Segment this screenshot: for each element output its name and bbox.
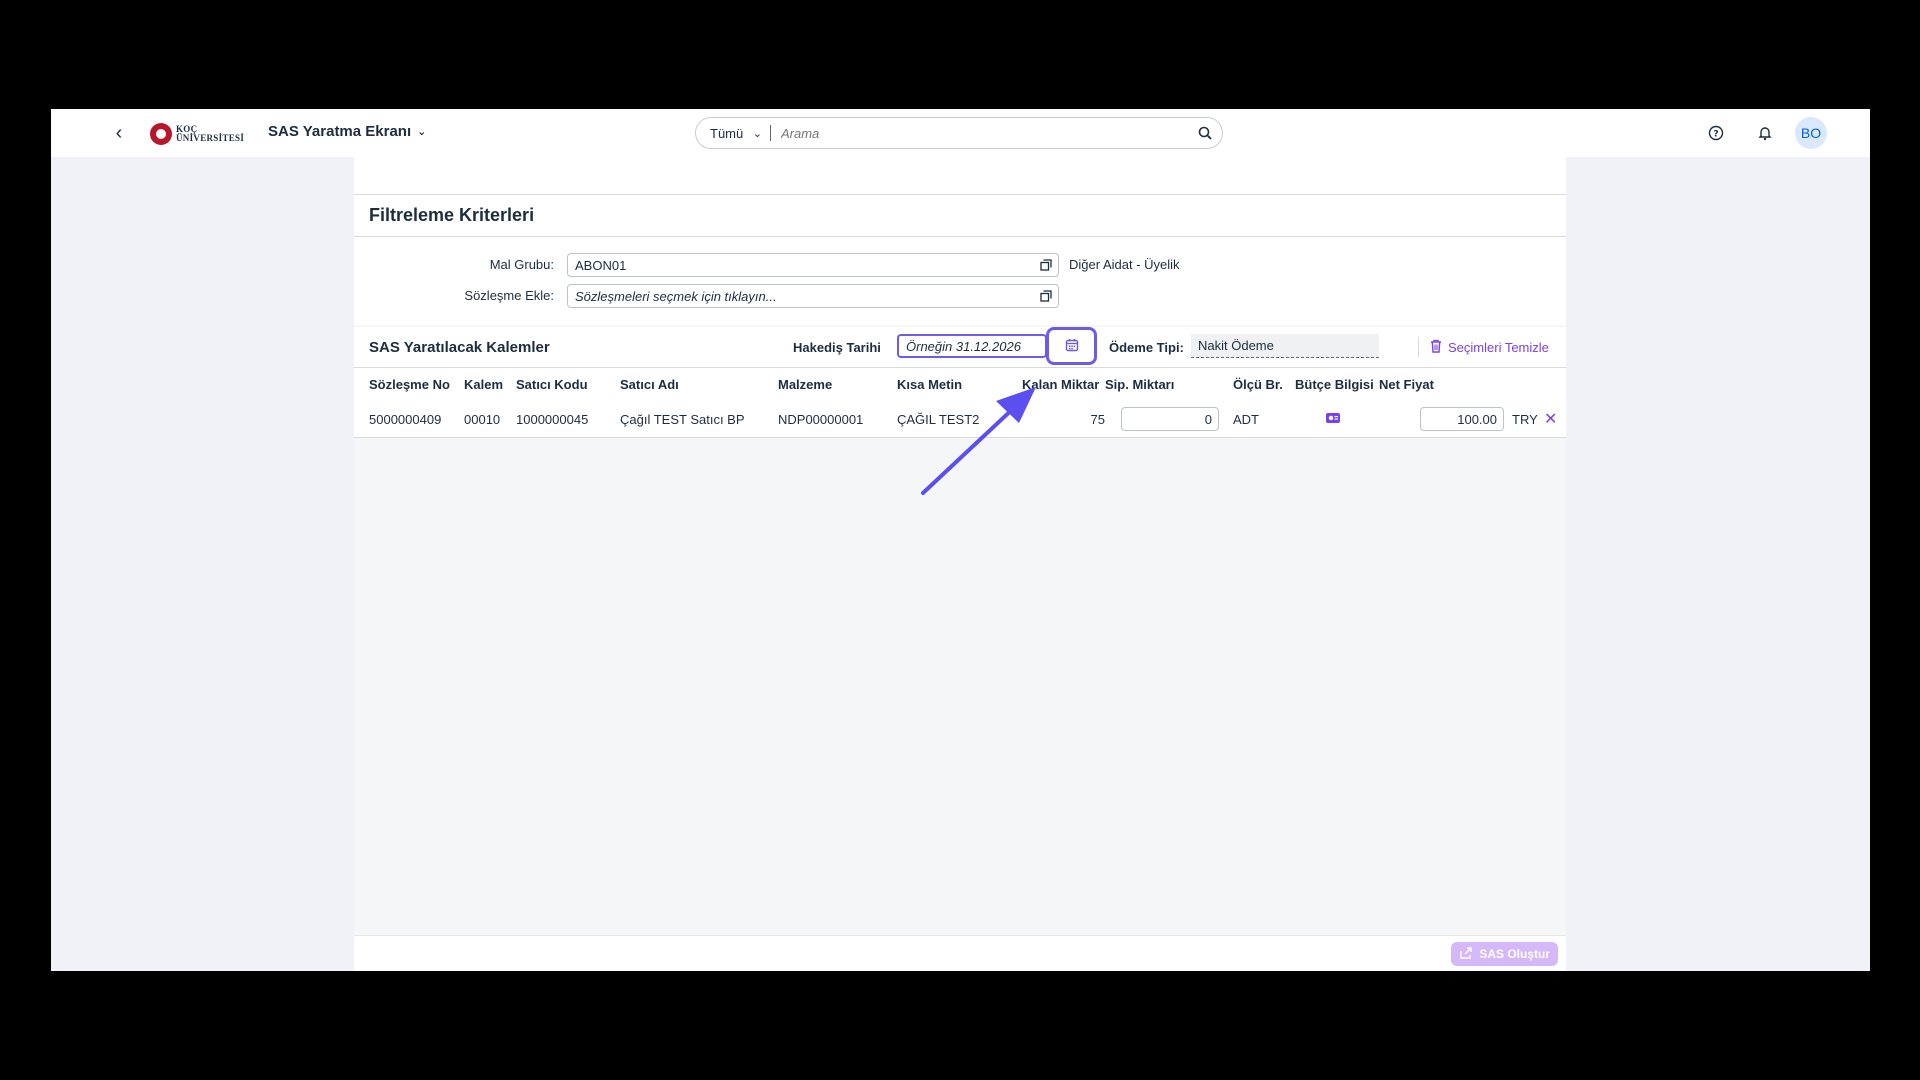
help-icon[interactable]: ? <box>1704 121 1728 145</box>
panel-header-strip <box>354 157 1566 195</box>
sozlesme-ekle-placeholder: Sözleşmeleri seçmek için tıklayın... <box>575 288 777 304</box>
items-toolbar: SAS Yaratılacak Kalemler Hakediş Tarihi … <box>354 327 1566 368</box>
search-icon[interactable] <box>1188 126 1222 140</box>
cell-kalem: 00010 <box>464 401 516 438</box>
cell-satici-adi: Çağıl TEST Satıcı BP <box>620 401 778 438</box>
share-icon <box>1459 946 1473 963</box>
logo-line2: ÜNİVERSİTESİ <box>176 133 245 143</box>
column-header: Net Fiyat <box>1379 377 1434 392</box>
column-header: Bütçe Bilgisi <box>1295 377 1374 392</box>
app-title-menu[interactable]: SAS Yaratma Ekranı ⌄ <box>268 123 426 140</box>
cell-olcu-br: ADT <box>1219 401 1287 438</box>
cell-malzeme: NDP00000001 <box>778 401 897 438</box>
filter-section-header: Filtreleme Kriterleri <box>354 195 1566 237</box>
column-header: Malzeme <box>778 377 833 392</box>
value-help-icon[interactable] <box>1034 259 1058 271</box>
column-header: Ölçü Br. <box>1233 377 1283 392</box>
filter-form: Mal Grubu: ABON01 Diğer Aidat - Üyelik S… <box>354 237 1566 325</box>
cell-kisa-metin: ÇAĞIL TEST2 <box>897 401 1022 438</box>
chevron-down-icon: ⌄ <box>417 126 427 138</box>
table-row: 5000000409 00010 1000000045 Çağıl TEST S… <box>354 401 1566 438</box>
logo-mark <box>150 123 172 145</box>
content-panel: Filtreleme Kriterleri Mal Grubu: ABON01 … <box>354 157 1566 971</box>
bell-icon[interactable] <box>1753 121 1777 145</box>
hakedis-tarihi-label: Hakediş Tarihi <box>793 340 881 355</box>
app-title: SAS Yaratma Ekranı <box>268 123 412 140</box>
cell-kalan-miktar: 75 <box>1022 401 1105 438</box>
hakedis-tarihi-placeholder: Örneğin 31.12.2026 <box>906 338 1021 354</box>
search-bar: Tümü ⌄ <box>695 117 1223 149</box>
chevron-down-icon: ⌄ <box>752 127 762 140</box>
filter-section-title: Filtreleme Kriterleri <box>369 205 535 225</box>
mal-grubu-value: ABON01 <box>575 257 627 273</box>
column-header: Sözleşme No <box>369 377 450 392</box>
avatar[interactable]: BO <box>1795 117 1827 149</box>
clear-selections-button[interactable]: Seçimleri Temizle <box>1418 337 1549 357</box>
items-title: SAS Yaratılacak Kalemler <box>369 339 550 356</box>
cell-satici-kodu: 1000000045 <box>516 401 620 438</box>
mal-grubu-input[interactable]: ABON01 <box>567 253 1059 277</box>
sozlesme-ekle-label: Sözleşme Ekle: <box>464 288 554 303</box>
koc-logo[interactable]: KOÇ ÜNİVERSİTESİ <box>150 123 244 145</box>
column-header: Kalem <box>464 377 504 392</box>
clear-selections-label: Seçimleri Temizle <box>1448 340 1549 355</box>
trash-icon <box>1430 339 1442 356</box>
search-scope-value: Tümü <box>710 125 744 141</box>
hakedis-tarihi-input[interactable]: Örneğin 31.12.2026 <box>897 334 1047 358</box>
column-header: Sip. Miktarı <box>1105 377 1175 392</box>
odeme-tipi-value[interactable]: Nakit Ödeme <box>1191 334 1379 358</box>
calendar-icon <box>1065 338 1079 355</box>
footer-toolbar: SAS Oluştur <box>354 935 1566 971</box>
cell-currency: TRY <box>1504 401 1544 438</box>
column-header: Satıcı Kodu <box>516 377 588 392</box>
search-scope-select[interactable]: Tümü ⌄ <box>696 126 770 141</box>
cell-sozlesme-no: 5000000409 <box>354 401 464 438</box>
create-sas-label: SAS Oluştur <box>1479 947 1550 961</box>
back-icon[interactable]: ‹ <box>107 121 131 145</box>
mal-grubu-label: Mal Grubu: <box>489 257 554 272</box>
budget-info-icon[interactable] <box>1325 412 1341 428</box>
delete-row-icon[interactable]: ✕ <box>1544 411 1557 428</box>
shell-bar: ‹ KOÇ ÜNİVERSİTESİ SAS Yaratma Ekranı ⌄ … <box>51 109 1870 157</box>
mal-grubu-description: Diğer Aidat - Üyelik <box>1069 257 1180 272</box>
search-input[interactable] <box>771 124 1188 142</box>
sip-miktari-input[interactable]: 0 <box>1121 407 1219 431</box>
table-header-row: Sözleşme No Kalem Satıcı Kodu Satıcı Adı… <box>354 368 1566 401</box>
app-frame: ‹ KOÇ ÜNİVERSİTESİ SAS Yaratma Ekranı ⌄ … <box>51 109 1870 971</box>
mal-grubu-row: Mal Grubu: ABON01 Diğer Aidat - Üyelik <box>354 253 1566 277</box>
calendar-button[interactable] <box>1046 327 1097 365</box>
column-header: Kısa Metin <box>897 377 963 392</box>
items-table: Sözleşme No Kalem Satıcı Kodu Satıcı Adı… <box>354 368 1566 438</box>
column-header: Satıcı Adı <box>620 377 679 392</box>
net-fiyat-input[interactable]: 100.00 <box>1420 407 1504 431</box>
sozlesme-ekle-input[interactable]: Sözleşmeleri seçmek için tıklayın... <box>567 284 1059 308</box>
column-header: Kalan Miktar <box>1022 377 1100 392</box>
sozlesme-ekle-row: Sözleşme Ekle: Sözleşmeleri seçmek için … <box>354 284 1566 308</box>
value-help-icon[interactable] <box>1034 290 1058 302</box>
create-sas-button[interactable]: SAS Oluştur <box>1451 942 1558 966</box>
svg-text:?: ? <box>1713 130 1718 140</box>
odeme-tipi-label: Ödeme Tipi: <box>1109 340 1184 355</box>
